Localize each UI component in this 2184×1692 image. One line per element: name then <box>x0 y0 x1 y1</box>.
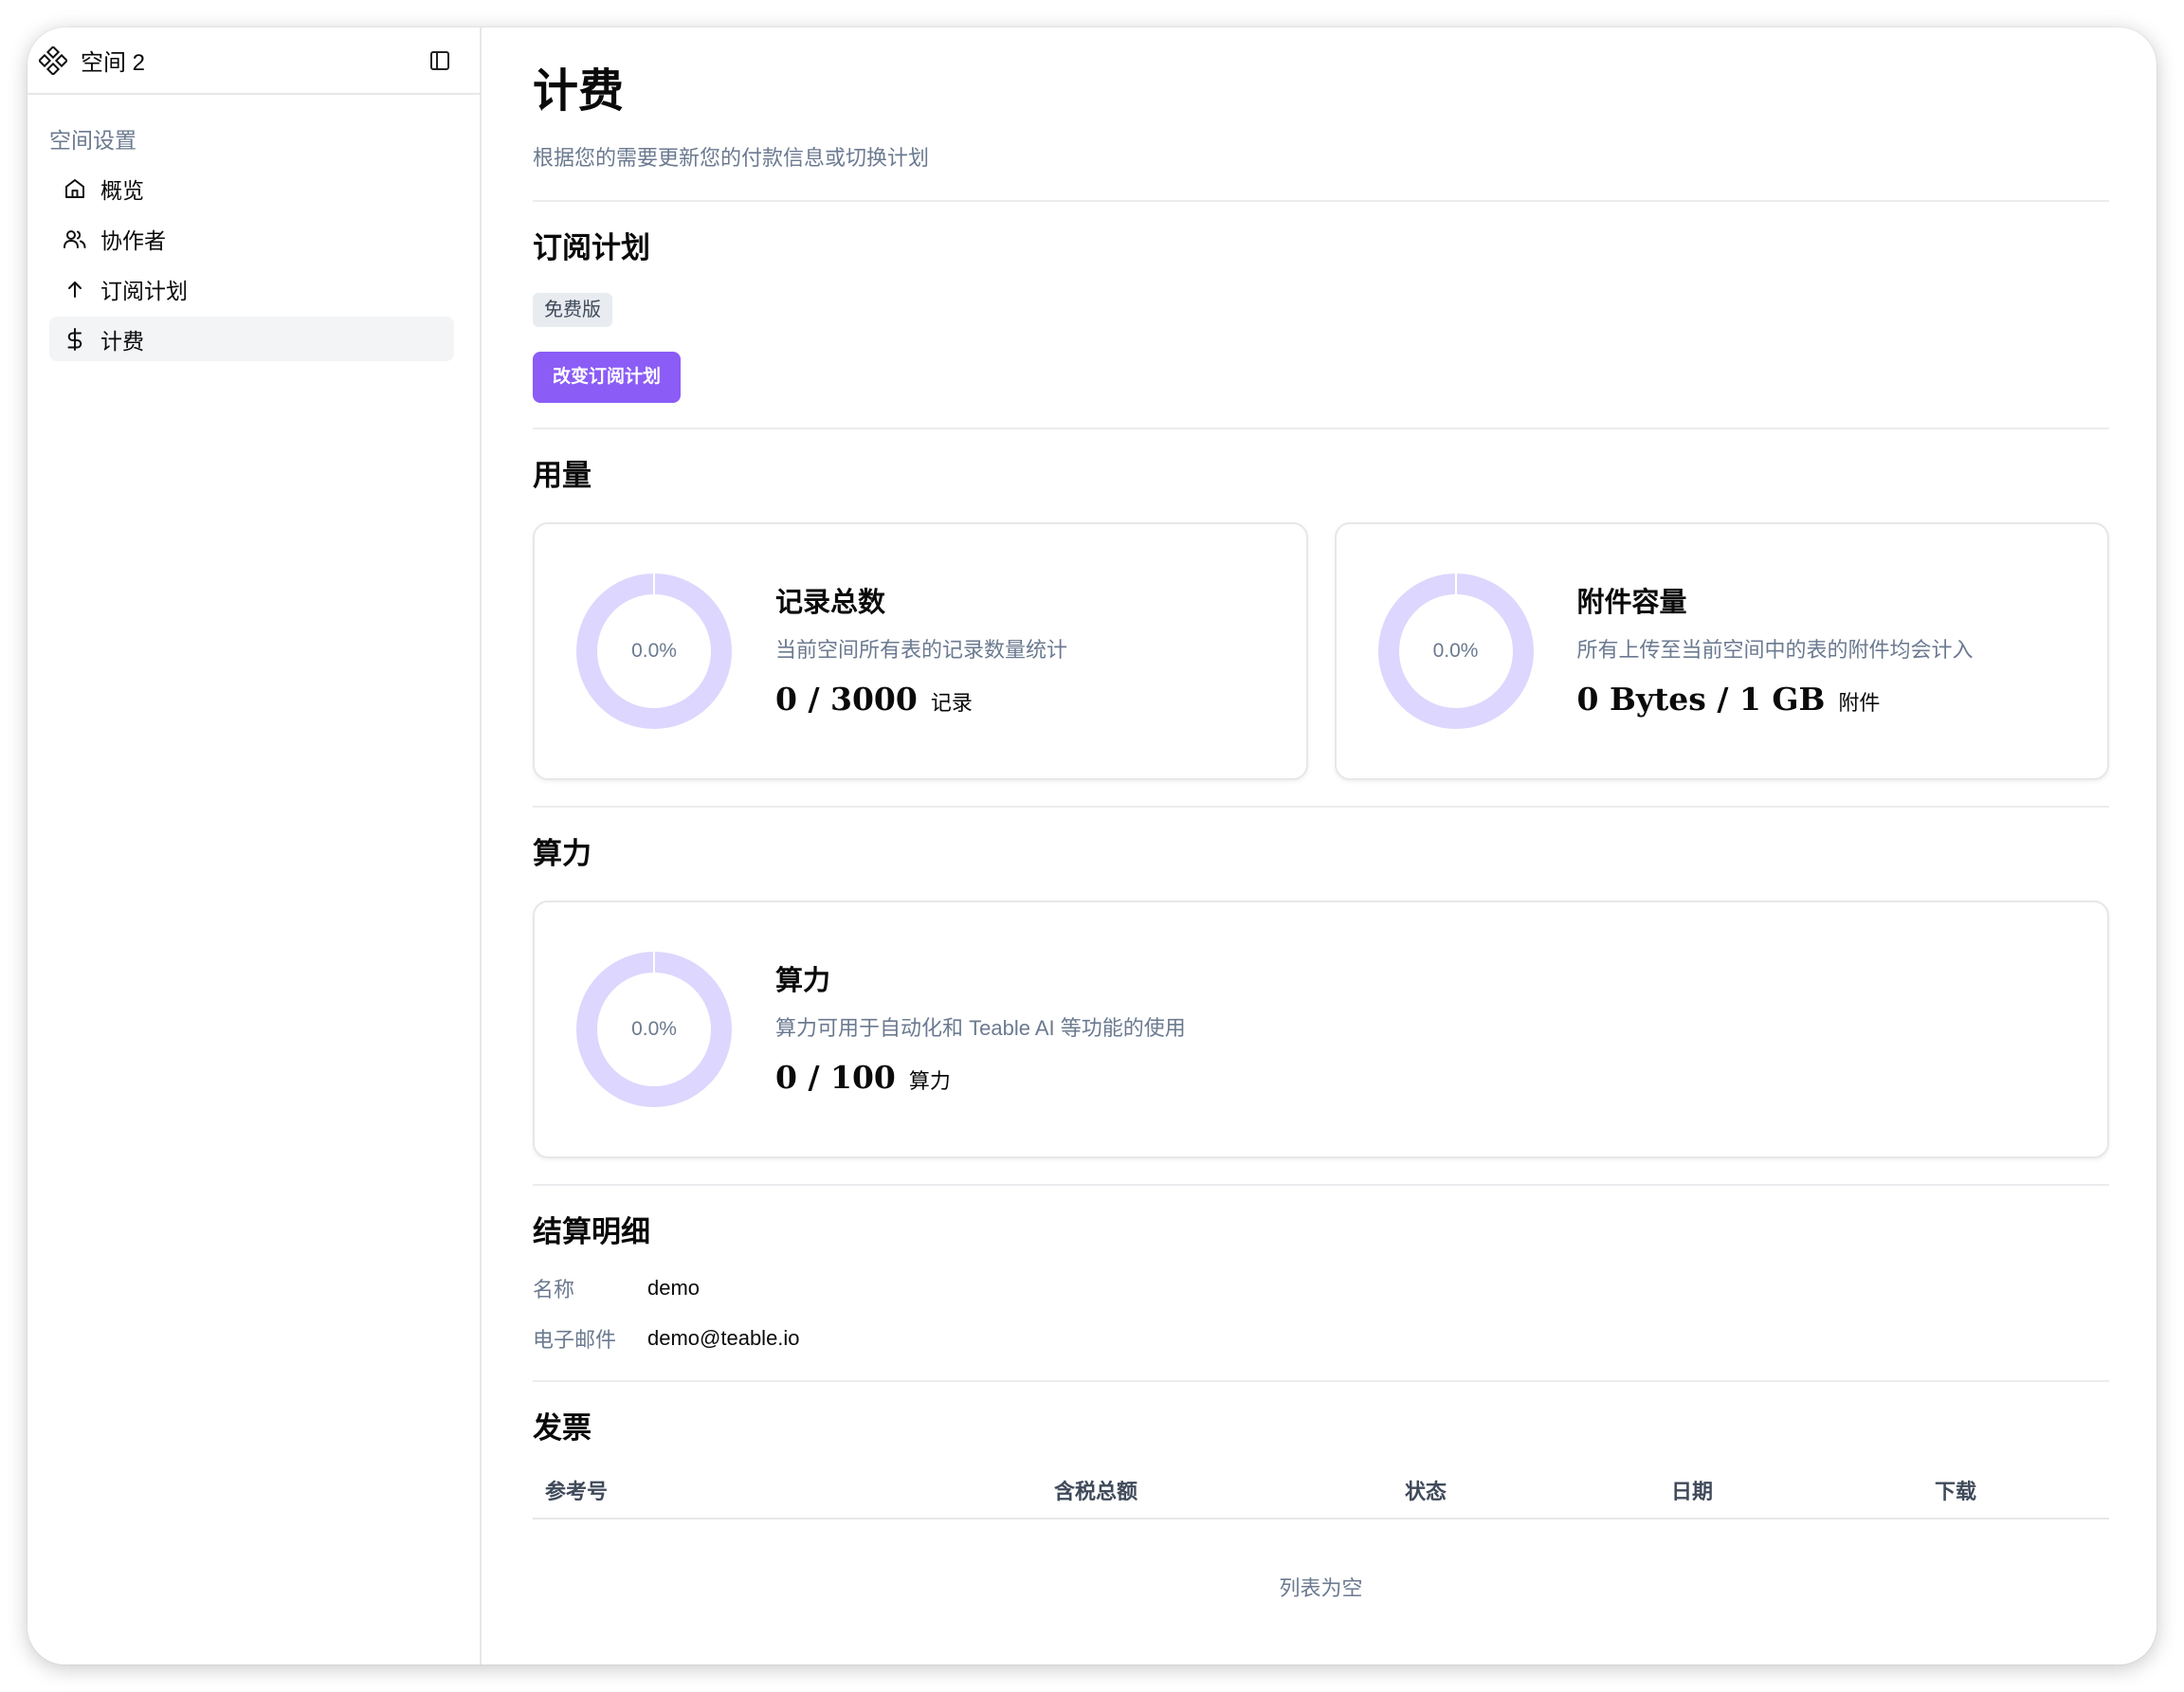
billing-name-row: 名称 demo <box>533 1263 2109 1313</box>
sidebar-toggle-icon[interactable] <box>421 42 459 80</box>
compute-usage-unit: 算力 <box>908 1068 951 1093</box>
column-header-total: 含税总额 <box>1054 1480 1138 1503</box>
records-usage-value: 0 / 3000 <box>775 680 918 718</box>
divider <box>533 428 2109 429</box>
billing-name-value: demo <box>647 1275 701 1300</box>
column-header-status: 状态 <box>1405 1480 1447 1503</box>
compute-usage-donut: 0.0% <box>575 951 733 1108</box>
sidebar-item-label: 订阅计划 <box>100 278 188 303</box>
records-usage-percent: 0.0% <box>631 640 677 662</box>
subscription-section: 订阅计划 免费版 改变订阅计划 <box>533 229 2109 403</box>
compute-heading: 算力 <box>533 837 592 870</box>
sidebar-item-subscription[interactable]: 订阅计划 <box>49 266 454 311</box>
dollar-icon <box>62 326 88 353</box>
attachments-usage-description: 所有上传至当前空间中的表的附件均会计入 <box>1576 637 1974 662</box>
sidebar-item-label: 协作者 <box>100 227 166 253</box>
sidebar: 空间 2 空间设置 概览 协作者 订阅计划 计费 <box>27 27 482 1665</box>
billing-details-section: 结算明细 名称 demo 电子邮件 demo@teable.io <box>533 1213 2109 1363</box>
subscription-heading: 订阅计划 <box>533 231 650 264</box>
compute-usage-title: 算力 <box>775 965 831 996</box>
attachments-usage-card: 0.0% 附件容量 所有上传至当前空间中的表的附件均会计入 0 Bytes / … <box>1334 522 2109 780</box>
sidebar-item-label: 概览 <box>100 177 144 203</box>
main-content: 计费 根据您的需要更新您的付款信息或切换计划 订阅计划 免费版 改变订阅计划 用… <box>533 27 2109 1602</box>
sidebar-header: 空间 2 <box>27 27 480 95</box>
divider <box>533 200 2109 202</box>
plan-badge: 免费版 <box>533 293 612 327</box>
attachments-usage-donut: 0.0% <box>1377 573 1535 730</box>
usage-heading: 用量 <box>533 459 592 492</box>
sidebar-item-overview[interactable]: 概览 <box>49 166 454 210</box>
records-usage-description: 当前空间所有表的记录数量统计 <box>775 637 1068 662</box>
records-usage-card: 0.0% 记录总数 当前空间所有表的记录数量统计 0 / 3000 记录 <box>533 522 1308 780</box>
page-title: 计费 <box>533 66 625 117</box>
sidebar-item-billing[interactable]: 计费 <box>49 317 454 361</box>
compute-usage-percent: 0.0% <box>631 1018 677 1040</box>
billing-email-value: demo@teable.io <box>647 1325 800 1350</box>
page-subtitle: 根据您的需要更新您的付款信息或切换计划 <box>533 146 930 170</box>
space-name[interactable]: 空间 2 <box>81 44 145 77</box>
sidebar-menu: 概览 协作者 订阅计划 计费 <box>27 166 480 361</box>
attachments-usage-percent: 0.0% <box>1432 640 1479 662</box>
attachments-usage-title: 附件容量 <box>1576 587 1687 618</box>
billing-email-label: 电子邮件 <box>533 1327 617 1352</box>
billing-name-label: 名称 <box>533 1277 575 1301</box>
divider <box>533 1380 2109 1382</box>
column-header-reference: 参考号 <box>545 1480 609 1503</box>
home-icon <box>62 175 88 202</box>
usage-section: 用量 0.0% 记录总数 当前空间所有表的记录数量统计 0 / 3000 记录 … <box>533 457 2109 780</box>
divider <box>533 1184 2109 1186</box>
space-logo-icon <box>37 45 69 77</box>
divider <box>533 806 2109 808</box>
invoices-empty-state: 列表为空 <box>1279 1576 1363 1600</box>
sidebar-item-collaborators[interactable]: 协作者 <box>49 216 454 261</box>
invoices-section: 发票 参考号 含税总额 状态 日期 下载 列表为空 <box>533 1410 2109 1602</box>
sidebar-item-label: 计费 <box>100 328 144 354</box>
app-window: 空间 2 空间设置 概览 协作者 订阅计划 计费 计费 根据您的需要更新您的付款… <box>27 27 2157 1665</box>
billing-email-row: 电子邮件 demo@teable.io <box>533 1313 2109 1363</box>
invoices-table-header: 参考号 含税总额 状态 日期 下载 <box>533 1459 2109 1519</box>
sidebar-section-title: 空间设置 <box>49 128 136 153</box>
column-header-download: 下载 <box>1935 1480 1977 1503</box>
usage-cards: 0.0% 记录总数 当前空间所有表的记录数量统计 0 / 3000 记录 0.0… <box>533 522 2109 780</box>
billing-details-heading: 结算明细 <box>533 1215 650 1248</box>
invoices-heading: 发票 <box>533 1411 592 1445</box>
compute-usage-value: 0 / 100 <box>775 1058 896 1096</box>
records-usage-unit: 记录 <box>930 690 973 715</box>
records-usage-title: 记录总数 <box>775 587 886 618</box>
users-icon <box>62 226 88 252</box>
attachments-usage-unit: 附件 <box>1838 690 1881 715</box>
attachments-usage-value: 0 Bytes / 1 GB <box>1576 680 1826 718</box>
compute-usage-description: 算力可用于自动化和 Teable AI 等功能的使用 <box>775 1015 1186 1040</box>
arrow-up-icon <box>62 276 88 302</box>
compute-section: 算力 0.0% 算力 算力可用于自动化和 Teable AI 等功能的使用 0 … <box>533 835 2109 1158</box>
change-plan-button[interactable]: 改变订阅计划 <box>533 352 682 403</box>
column-header-date: 日期 <box>1671 1480 1714 1503</box>
compute-usage-card: 0.0% 算力 算力可用于自动化和 Teable AI 等功能的使用 0 / 1… <box>533 901 2109 1158</box>
records-usage-donut: 0.0% <box>575 573 733 730</box>
